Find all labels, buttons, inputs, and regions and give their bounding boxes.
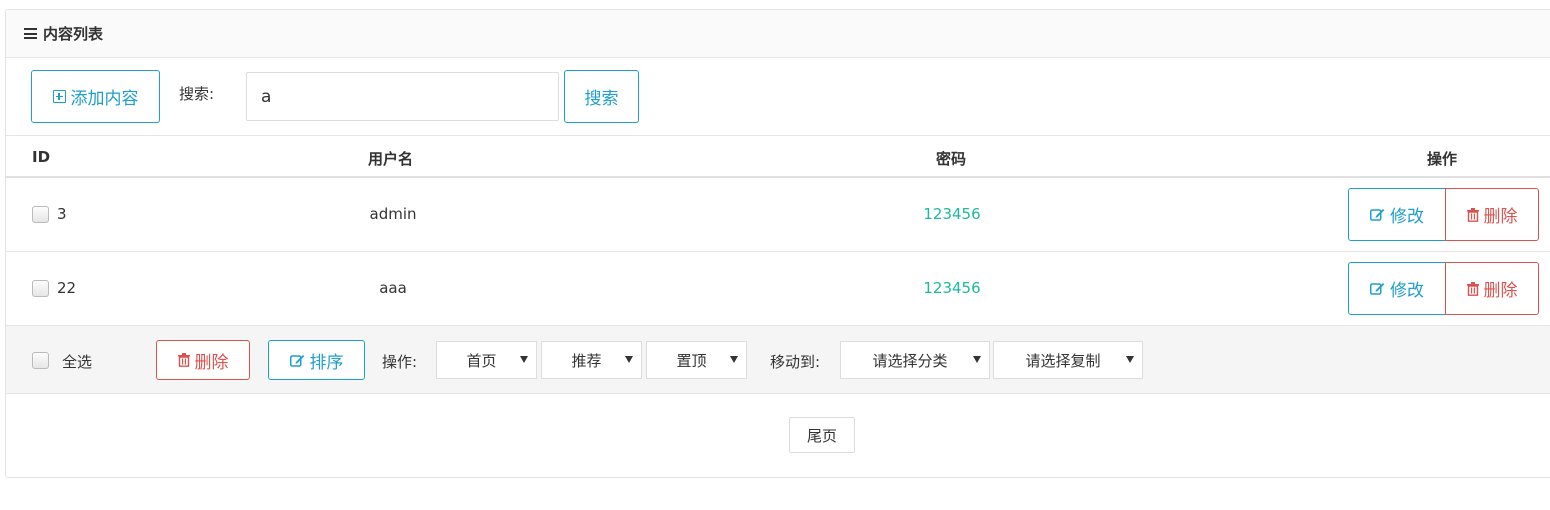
trash-icon — [1466, 207, 1479, 222]
edit-icon — [1370, 209, 1385, 221]
caret-down-icon — [1126, 356, 1134, 363]
add-content-button[interactable]: 添加内容 — [31, 70, 160, 123]
menu-icon — [24, 28, 37, 39]
homepage-select[interactable]: 首页 — [436, 341, 537, 379]
delete-button[interactable]: 删除 — [1445, 262, 1539, 315]
sort-label: 排序 — [309, 352, 344, 373]
edit-label: 修改 — [1390, 281, 1424, 301]
select-all-label: 全选 — [62, 353, 93, 371]
column-header-username: 用户名 — [368, 150, 414, 168]
add-content-label: 添加内容 — [70, 89, 139, 109]
sort-button[interactable]: 排序 — [268, 340, 365, 380]
row-username: admin — [369, 205, 417, 223]
select-value: 请选择分类 — [872, 351, 948, 370]
row-password: 123456 — [923, 205, 981, 223]
caret-down-icon — [973, 356, 981, 363]
row-id: 22 — [57, 279, 77, 297]
column-header-password: 密码 — [936, 150, 967, 168]
edit-button[interactable]: 修改 — [1348, 188, 1446, 241]
batch-delete-label: 删除 — [194, 352, 229, 373]
batch-delete-button[interactable]: 删除 — [156, 340, 250, 380]
delete-button[interactable]: 删除 — [1445, 188, 1539, 241]
row-id: 3 — [57, 205, 67, 223]
table-row: 3 admin 123456 修改 删除 — [6, 178, 1550, 252]
toolbar: 添加内容 搜索: 搜索 — [6, 58, 1550, 136]
content-list-panel: 内容列表 添加内容 搜索: 搜索 ID 用户名 密码 操作 3 admin 12… — [5, 9, 1550, 478]
edit-label: 修改 — [1390, 207, 1424, 227]
table-row: 22 aaa 123456 修改 删除 — [6, 252, 1550, 326]
trash-icon — [177, 353, 190, 367]
column-header-actions: 操作 — [1427, 150, 1458, 168]
table-header: ID 用户名 密码 操作 — [6, 136, 1550, 178]
search-label: 搜索: — [179, 85, 215, 103]
row-checkbox[interactable] — [32, 280, 49, 297]
trash-icon — [1466, 281, 1479, 296]
select-value: 请选择复制 — [1025, 351, 1101, 370]
move-to-label: 移动到: — [770, 353, 821, 371]
plus-square-icon — [52, 90, 66, 103]
caret-down-icon — [625, 356, 633, 363]
column-header-id: ID — [32, 148, 51, 166]
pagination: 尾页 — [6, 394, 1550, 476]
category-select[interactable]: 请选择分类 — [840, 341, 990, 379]
row-password: 123456 — [923, 279, 981, 297]
edit-button[interactable]: 修改 — [1348, 262, 1446, 315]
row-checkbox[interactable] — [32, 206, 49, 223]
last-page-button[interactable]: 尾页 — [789, 417, 855, 453]
pin-top-select[interactable]: 置顶 — [646, 341, 747, 379]
operation-label: 操作: — [382, 353, 418, 371]
panel-header: 内容列表 — [6, 10, 1550, 58]
caret-down-icon — [520, 356, 528, 363]
panel-title: 内容列表 — [43, 25, 104, 43]
delete-label: 删除 — [1483, 207, 1518, 227]
search-input[interactable] — [246, 72, 559, 121]
recommend-select[interactable]: 推荐 — [541, 341, 642, 379]
search-button[interactable]: 搜索 — [564, 70, 639, 123]
select-all-checkbox[interactable] — [32, 352, 49, 369]
batch-actions-bar: 全选 删除 排序 操作: 首页 推荐 置顶 移动到: 请选择分类 请选择复制 — [6, 326, 1550, 394]
delete-label: 删除 — [1483, 281, 1518, 301]
edit-icon — [1370, 283, 1385, 295]
caret-down-icon — [730, 356, 738, 363]
edit-icon — [289, 354, 304, 367]
row-username: aaa — [379, 279, 407, 297]
copy-select[interactable]: 请选择复制 — [993, 341, 1143, 379]
